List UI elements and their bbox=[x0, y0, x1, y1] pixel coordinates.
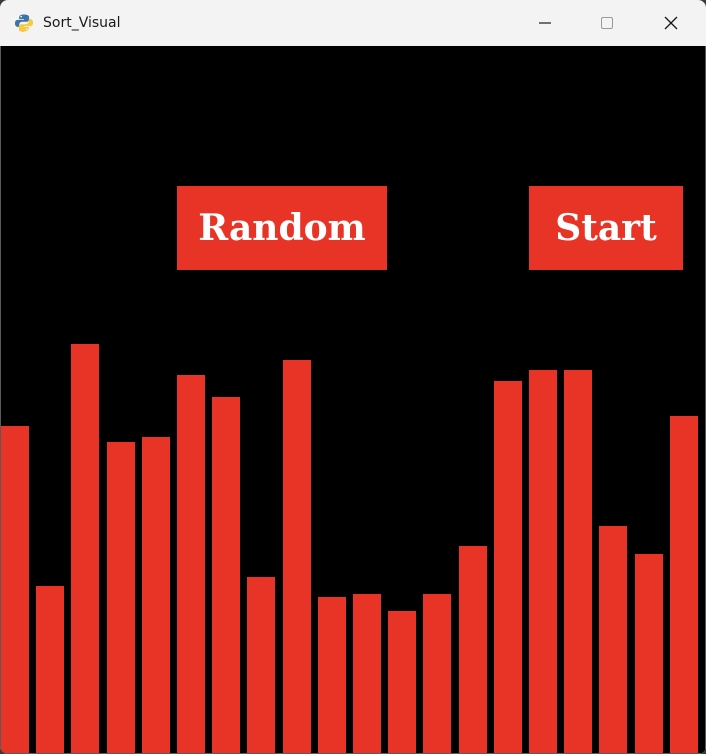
random-button[interactable]: Random bbox=[177, 186, 387, 270]
bar-8 bbox=[247, 577, 275, 753]
bar-15 bbox=[494, 381, 522, 753]
bar-1 bbox=[1, 426, 29, 753]
app-window: Sort_Visual Random Start bbox=[0, 0, 706, 754]
bar-16 bbox=[529, 370, 557, 753]
bar-4 bbox=[107, 442, 135, 753]
minimize-icon bbox=[537, 15, 553, 31]
start-button[interactable]: Start bbox=[529, 186, 683, 270]
bar-19 bbox=[635, 554, 663, 753]
bar-17 bbox=[564, 370, 592, 753]
bar-20 bbox=[670, 416, 698, 753]
bar-14 bbox=[459, 546, 487, 753]
bar-13 bbox=[423, 594, 451, 753]
bar-2 bbox=[36, 586, 64, 753]
bar-18 bbox=[599, 526, 627, 753]
bar-6 bbox=[177, 375, 205, 753]
bar-10 bbox=[318, 597, 346, 753]
close-icon bbox=[663, 15, 679, 31]
close-button[interactable] bbox=[640, 0, 702, 46]
visualization-canvas: Random Start bbox=[1, 46, 705, 753]
minimize-button[interactable] bbox=[514, 0, 576, 46]
bar-5 bbox=[142, 437, 170, 753]
bar-12 bbox=[388, 611, 416, 753]
title-bar[interactable]: Sort_Visual bbox=[0, 0, 706, 46]
maximize-button[interactable] bbox=[576, 0, 638, 46]
bar-9 bbox=[283, 360, 311, 753]
maximize-icon bbox=[599, 15, 615, 31]
bar-11 bbox=[353, 594, 381, 753]
bar-7 bbox=[212, 397, 240, 753]
window-title: Sort_Visual bbox=[43, 15, 121, 31]
bar-3 bbox=[71, 344, 99, 753]
python-icon bbox=[14, 13, 34, 33]
bar-chart bbox=[1, 46, 705, 753]
